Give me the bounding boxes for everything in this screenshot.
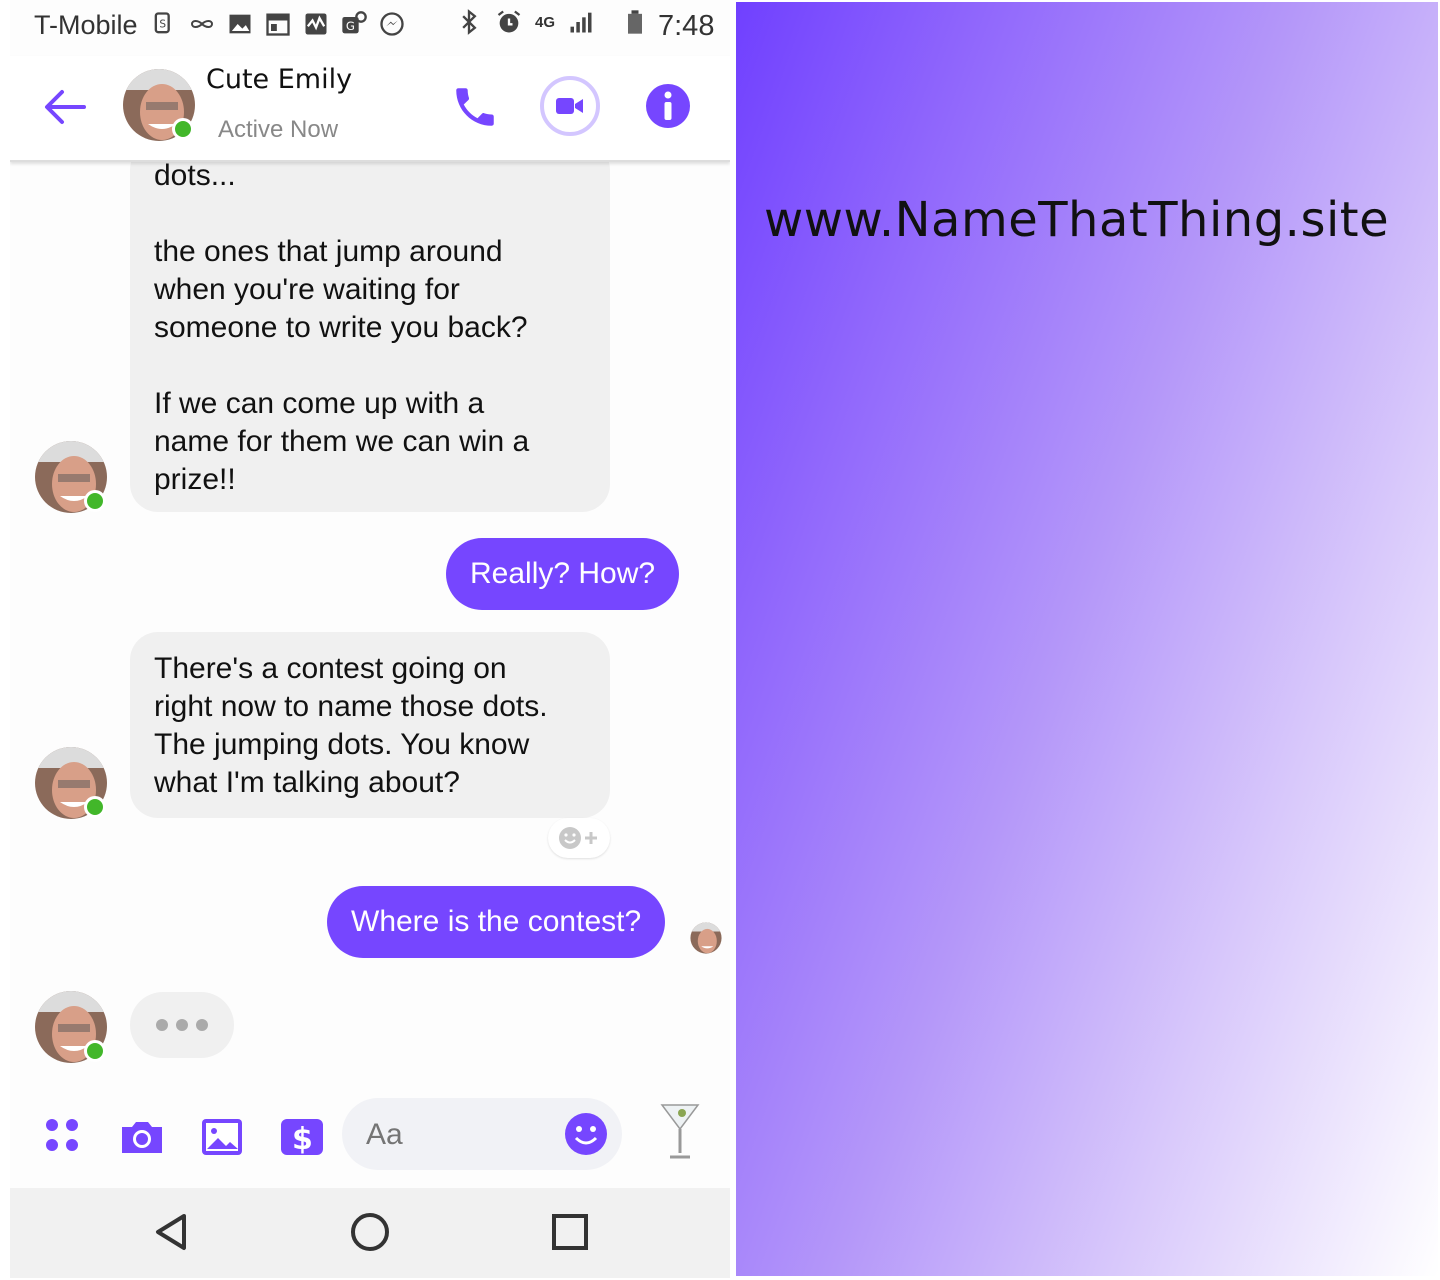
message-line: the ones that jump around xyxy=(154,235,503,268)
message-text: Where is the contest? xyxy=(351,905,642,938)
message-line: prize!! xyxy=(154,463,236,496)
add-reaction-button[interactable] xyxy=(548,818,610,858)
signal-icon xyxy=(570,12,592,33)
typing-dot xyxy=(196,1019,208,1031)
promo-website-url: www.NameThatThing.site xyxy=(764,192,1390,248)
infinity-icon xyxy=(190,20,214,28)
svg-text:S: S xyxy=(159,19,166,31)
emoji-icon[interactable] xyxy=(564,1112,608,1156)
info-icon[interactable] xyxy=(644,82,692,130)
online-indicator xyxy=(172,118,194,140)
camera-icon[interactable] xyxy=(118,1113,166,1161)
gallery-icon[interactable] xyxy=(198,1113,246,1161)
message-input[interactable] xyxy=(366,1118,546,1152)
contact-avatar[interactable] xyxy=(34,990,108,1064)
typing-indicator xyxy=(130,992,234,1058)
battery-icon xyxy=(628,10,643,34)
video-camera-icon xyxy=(556,98,583,114)
android-navigation-bar xyxy=(10,1188,730,1278)
notification-icons: S G xyxy=(150,10,406,38)
active-status: Active Now xyxy=(218,116,339,143)
contact-avatar[interactable] xyxy=(122,68,196,142)
incoming-message-bubble[interactable]: There's a contest going on right now to … xyxy=(130,632,610,818)
message-composer: $ xyxy=(10,1085,730,1185)
promo-panel: www.NameThatThing.site xyxy=(736,2,1438,1276)
message-line: when you're waiting for xyxy=(154,273,460,306)
more-apps-icon[interactable] xyxy=(40,1113,88,1161)
online-indicator xyxy=(84,490,106,512)
phone-call-icon[interactable] xyxy=(450,82,500,132)
message-line: There's a contest going on xyxy=(154,652,507,685)
bluetooth-icon xyxy=(462,9,477,35)
message-line: The jumping dots. You know xyxy=(154,728,530,761)
clock: 7:48 xyxy=(658,10,715,42)
home-circle-icon[interactable] xyxy=(348,1210,392,1254)
seen-avatar xyxy=(690,922,722,954)
translate-icon: G xyxy=(342,11,367,34)
svg-text:$: $ xyxy=(292,1122,313,1157)
outgoing-message-bubble[interactable]: Where is the contest? xyxy=(327,886,666,958)
message-line: someone to write you back? xyxy=(154,311,528,344)
sync-icon: S xyxy=(154,12,170,34)
video-call-button[interactable] xyxy=(540,76,600,136)
contact-avatar[interactable] xyxy=(34,440,108,514)
message-line: name for them we can win a xyxy=(154,425,530,458)
conversation-header: Cute Emily Active Now xyxy=(10,56,730,162)
incoming-message-bubble[interactable]: dots... the ones that jump around when y… xyxy=(130,162,610,512)
messenger-phone-screen: T-Mobile S G 4G 7:48 Cute Emily Active N… xyxy=(10,0,730,1278)
back-triangle-icon[interactable] xyxy=(150,1210,194,1254)
back-arrow-icon[interactable] xyxy=(40,82,90,132)
gallery-icon xyxy=(229,14,251,34)
contact-name[interactable]: Cute Emily xyxy=(206,64,352,95)
svg-text:G: G xyxy=(346,19,355,33)
system-icons: 4G xyxy=(455,8,649,36)
activity-icon xyxy=(305,13,327,35)
alarm-icon xyxy=(497,10,521,33)
calendar-icon xyxy=(266,13,290,36)
typing-dot xyxy=(176,1019,188,1031)
add-reaction-icon xyxy=(559,827,597,849)
payment-icon[interactable]: $ xyxy=(278,1113,326,1161)
contact-avatar[interactable] xyxy=(34,746,108,820)
messenger-icon xyxy=(380,12,404,36)
cocktail-icon[interactable] xyxy=(658,1099,702,1163)
online-indicator xyxy=(84,1040,106,1062)
message-line: right now to name those dots. xyxy=(154,690,548,723)
message-line: what I'm talking about? xyxy=(154,766,460,799)
message-input-container[interactable] xyxy=(342,1098,622,1170)
recents-square-icon[interactable] xyxy=(548,1210,592,1254)
message-line: dots... xyxy=(154,162,236,192)
carrier-label: T-Mobile xyxy=(34,10,138,40)
outgoing-message-bubble[interactable]: Really? How? xyxy=(446,538,680,610)
seen-indicator-photo xyxy=(690,922,722,954)
message-thread[interactable]: dots... the ones that jump around when y… xyxy=(10,162,730,1082)
typing-dot xyxy=(156,1019,168,1031)
status-bar: T-Mobile S G 4G 7:48 xyxy=(10,0,730,56)
online-indicator xyxy=(84,796,106,818)
message-text: Really? How? xyxy=(470,557,656,590)
network-type: 4G xyxy=(535,13,556,31)
message-line: If we can come up with a xyxy=(154,387,485,420)
